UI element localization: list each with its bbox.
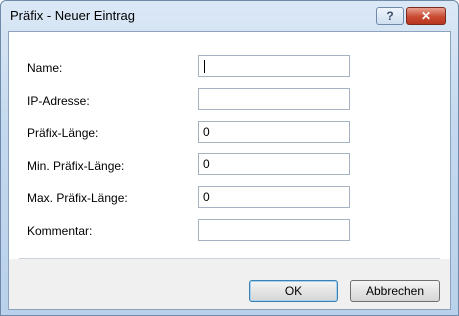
name-input[interactable] bbox=[198, 55, 350, 77]
max-prefix-length-label: Max. Präfix-Länge: bbox=[27, 191, 128, 205]
prefix-length-input[interactable]: 0 bbox=[198, 121, 350, 143]
help-icon: ? bbox=[386, 9, 394, 23]
comment-input[interactable] bbox=[198, 219, 350, 241]
button-bar: OK Abbrechen bbox=[9, 259, 450, 309]
dialog-window: Präfix - Neuer Eintrag ? ✕ Name: IP-Adre… bbox=[0, 0, 459, 316]
min-prefix-length-label: Min. Präfix-Länge: bbox=[27, 159, 125, 173]
close-icon: ✕ bbox=[420, 9, 432, 23]
help-button[interactable]: ? bbox=[376, 7, 404, 25]
comment-label: Kommentar: bbox=[27, 224, 93, 238]
text-caret bbox=[204, 60, 205, 73]
name-label: Name: bbox=[27, 61, 63, 75]
ip-address-label: IP-Adresse: bbox=[27, 94, 90, 108]
prefix-length-label: Präfix-Länge: bbox=[27, 126, 99, 140]
cancel-button[interactable]: Abbrechen bbox=[350, 280, 440, 302]
title-bar[interactable]: Präfix - Neuer Eintrag ? ✕ bbox=[1, 1, 458, 31]
window-title: Präfix - Neuer Eintrag bbox=[10, 8, 135, 23]
close-button[interactable]: ✕ bbox=[406, 7, 446, 25]
ip-address-input[interactable] bbox=[198, 88, 350, 110]
ok-button[interactable]: OK bbox=[249, 280, 338, 302]
min-prefix-length-input[interactable]: 0 bbox=[198, 153, 350, 175]
dialog-content: Name: IP-Adresse: Präfix-Länge: 0 Min. P… bbox=[8, 31, 451, 310]
max-prefix-length-input[interactable]: 0 bbox=[198, 186, 350, 208]
